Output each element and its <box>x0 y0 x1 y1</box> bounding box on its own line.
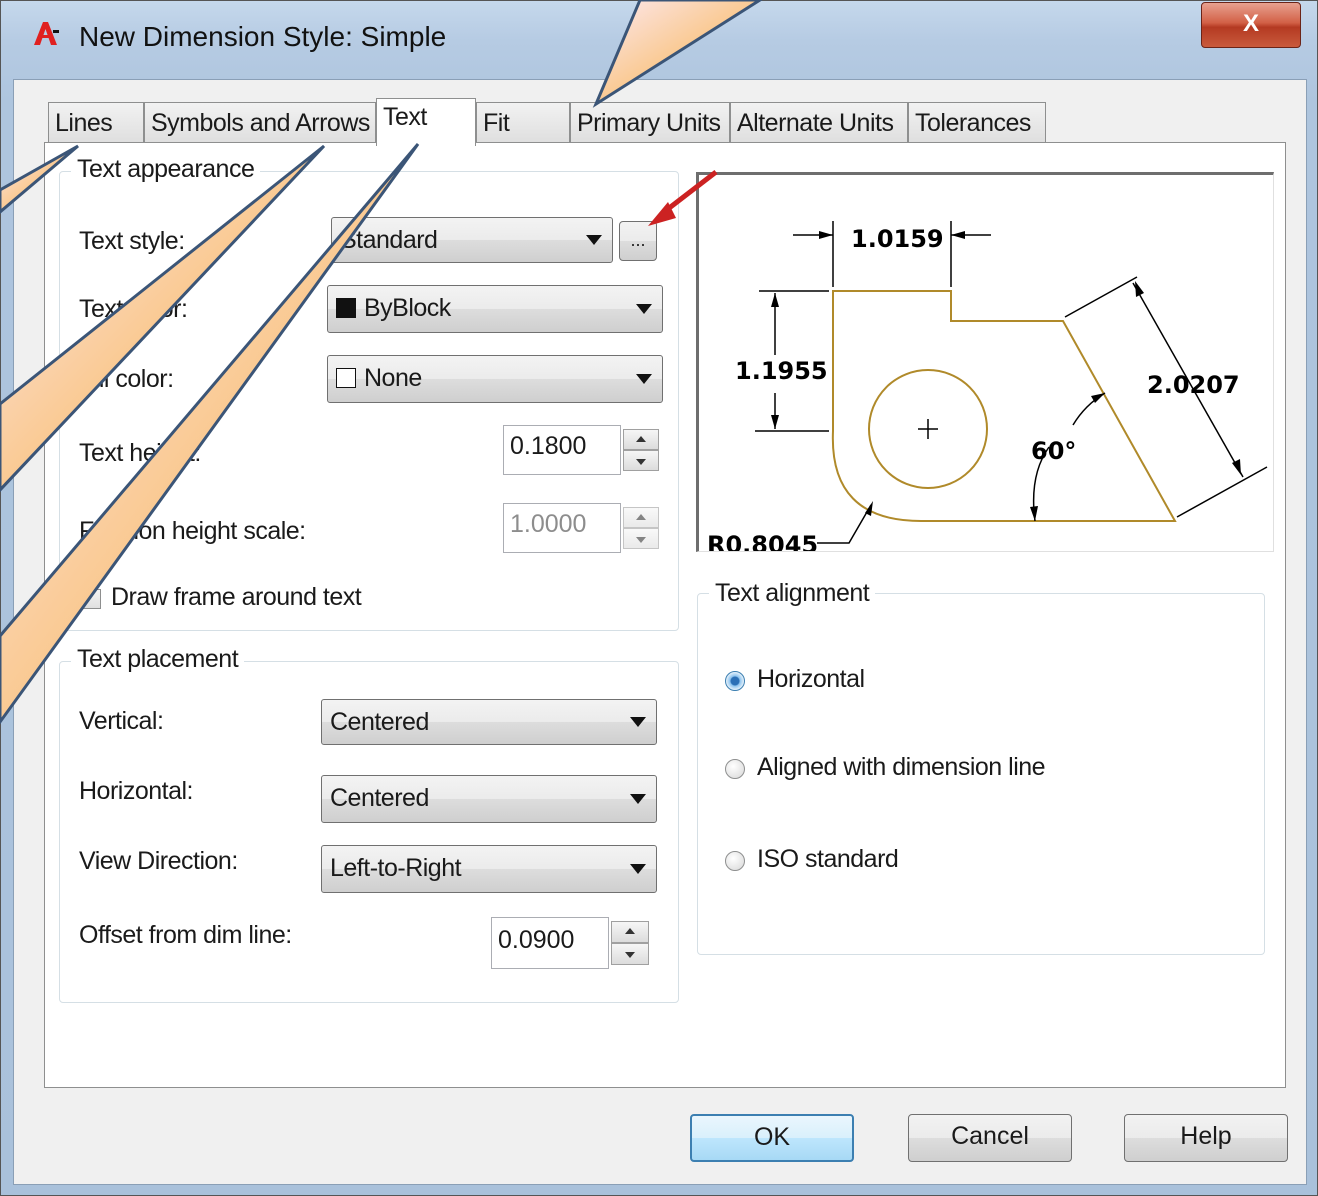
offset-input[interactable]: 0.0900 <box>491 917 609 969</box>
ok-button[interactable]: OK <box>690 1114 854 1162</box>
chevron-down-icon <box>630 864 646 874</box>
part-outline <box>831 290 1177 522</box>
title-bar[interactable]: New Dimension Style: Simple X <box>1 1 1317 79</box>
close-button[interactable]: X <box>1201 2 1301 48</box>
text-style-label: Text style: <box>79 227 185 255</box>
text-alignment-title: Text alignment <box>709 579 876 608</box>
radius-label: R0.8045 <box>707 531 818 552</box>
radio-aligned-label[interactable]: Aligned with dimension line <box>757 753 1046 782</box>
help-button[interactable]: Help <box>1124 1114 1288 1162</box>
text-style-browse-button[interactable]: ... <box>619 221 657 261</box>
offset-spinner[interactable] <box>611 921 649 965</box>
tab-text[interactable]: Text <box>376 98 476 146</box>
tab-primary-units[interactable]: Primary Units <box>570 102 730 144</box>
spin-down-icon[interactable] <box>623 528 659 549</box>
chevron-down-icon <box>630 717 646 727</box>
horizontal-label: Horizontal: <box>79 777 194 805</box>
chevron-down-icon <box>636 374 652 384</box>
tab-fit[interactable]: Fit <box>476 102 570 144</box>
autocad-app-icon <box>34 22 59 45</box>
spin-down-icon[interactable] <box>623 450 659 471</box>
chevron-down-icon <box>636 304 652 314</box>
fraction-height-spinner[interactable] <box>623 507 659 549</box>
vertical-label: Vertical: <box>79 707 164 735</box>
radio-horizontal[interactable] <box>725 671 745 691</box>
text-appearance-title: Text appearance <box>71 155 261 184</box>
preview-drawing: 1.0159 1.1955 2.0207 60° R0.8045 <box>707 221 1268 552</box>
fill-color-dropdown[interactable]: None <box>327 355 663 403</box>
text-height-spinner[interactable] <box>623 429 659 471</box>
dialog-client: Lines Symbols and Arrows Text Fit Primar… <box>13 79 1307 1185</box>
tab-symbols-and-arrows[interactable]: Symbols and Arrows <box>144 102 376 144</box>
color-swatch-icon <box>336 368 356 388</box>
cancel-button[interactable]: Cancel <box>908 1114 1072 1162</box>
tab-alternate-units[interactable]: Alternate Units <box>730 102 908 144</box>
fraction-height-input[interactable]: 1.0000 <box>503 503 621 553</box>
dimension-preview: 1.0159 1.1955 2.0207 60° R0.8045 <box>696 172 1274 552</box>
dim-right-label: 2.0207 <box>1147 371 1240 399</box>
tab-lines[interactable]: Lines <box>48 102 144 144</box>
dim-left-label: 1.1955 <box>735 357 828 385</box>
draw-frame-checkbox[interactable] <box>81 589 101 609</box>
tab-tolerances[interactable]: Tolerances <box>908 102 1046 144</box>
fraction-height-label: Fraction height scale: <box>79 517 306 545</box>
text-placement-title: Text placement <box>71 645 245 674</box>
window-title: New Dimension Style: Simple <box>79 21 447 52</box>
dialog-window: New Dimension Style: Simple X Lines Symb… <box>0 0 1318 1196</box>
radio-iso[interactable] <box>725 851 745 871</box>
radio-aligned[interactable] <box>725 759 745 779</box>
dim-top-label: 1.0159 <box>851 225 944 253</box>
spin-up-icon[interactable] <box>623 507 659 528</box>
text-color-label: Text color: <box>79 295 188 323</box>
spin-up-icon[interactable] <box>623 429 659 450</box>
view-direction-label: View Direction: <box>79 847 238 875</box>
chevron-down-icon <box>586 235 602 245</box>
view-direction-dropdown[interactable]: Left-to-Right <box>321 845 657 893</box>
radio-horizontal-label[interactable]: Horizontal <box>757 665 865 694</box>
chevron-down-icon <box>630 794 646 804</box>
angle-label: 60° <box>1031 437 1076 465</box>
horizontal-dropdown[interactable]: Centered <box>321 775 657 823</box>
text-style-dropdown[interactable]: Standard <box>331 217 613 263</box>
draw-frame-label: Draw frame around text <box>111 583 362 611</box>
spin-down-icon[interactable] <box>611 943 649 965</box>
text-color-dropdown[interactable]: ByBlock <box>327 285 663 333</box>
fill-color-label: Fill color: <box>79 365 174 393</box>
radio-iso-label[interactable]: ISO standard <box>757 845 899 874</box>
text-height-label: Text height: <box>79 439 201 467</box>
color-swatch-icon <box>336 298 356 318</box>
offset-label: Offset from dim line: <box>79 921 292 949</box>
spin-up-icon[interactable] <box>611 921 649 943</box>
text-height-input[interactable]: 0.1800 <box>503 425 621 475</box>
vertical-dropdown[interactable]: Centered <box>321 699 657 745</box>
